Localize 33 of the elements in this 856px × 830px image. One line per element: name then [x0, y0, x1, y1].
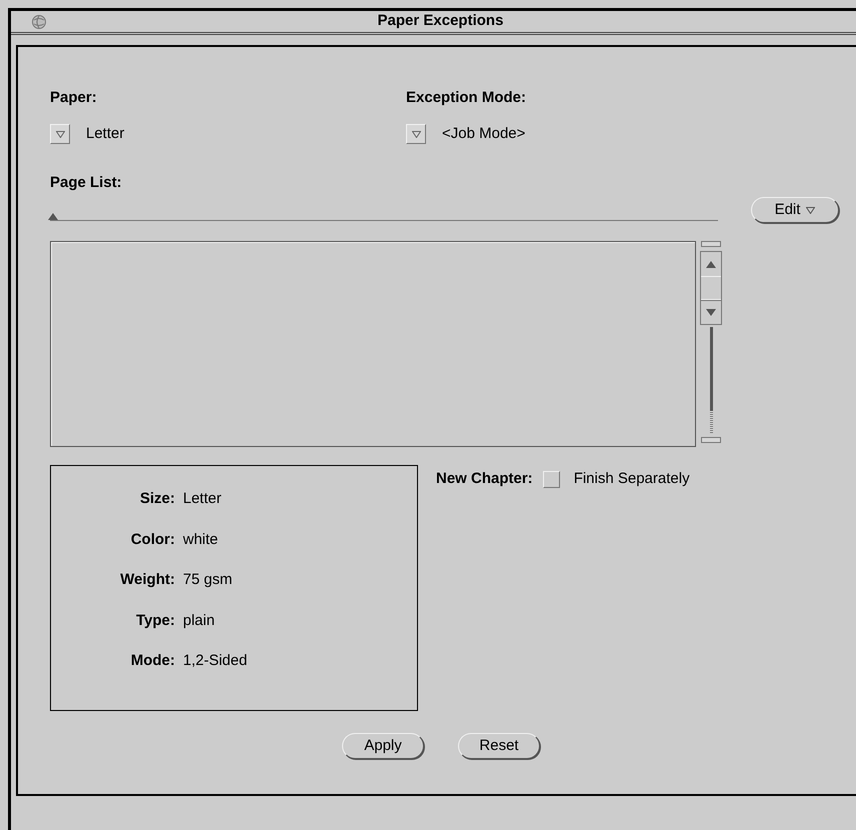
dropdown-value: <Job Mode> — [442, 124, 526, 144]
info-value: 1,2-Sided — [183, 651, 248, 671]
scrollbar-top-cap[interactable] — [701, 241, 721, 247]
edit-button[interactable]: Edit — [751, 197, 839, 223]
slider-thumb[interactable] — [48, 213, 58, 220]
info-value: 75 gsm — [183, 570, 234, 590]
info-label: Weight: — [119, 570, 176, 590]
menu-button[interactable] — [406, 124, 426, 144]
field-label: Page List: — [50, 172, 123, 192]
checkbox[interactable] — [542, 470, 560, 488]
info-label: Size: — [138, 489, 176, 509]
window-title: Paper Exceptions — [376, 11, 504, 32]
caret-icon — [806, 206, 816, 214]
field-label: New Chapter: — [436, 468, 533, 489]
reset-button[interactable]: Reset — [458, 733, 540, 759]
info-value: plain — [183, 610, 216, 630]
up-arrow-icon — [706, 260, 716, 268]
down-arrow-icon — [706, 309, 716, 316]
menu-button[interactable] — [50, 124, 70, 144]
apply-button[interactable]: Apply — [342, 733, 424, 759]
info-label: Mode: — [130, 651, 176, 671]
field-label: Exception Mode: — [406, 88, 526, 108]
info-value: white — [183, 530, 220, 550]
globe-icon — [31, 14, 47, 30]
checkbox-label: Finish Separately — [574, 468, 690, 489]
field-label: Paper: — [50, 88, 98, 108]
scrollbar-bottom-cap[interactable] — [701, 437, 721, 443]
caret-icon — [412, 130, 420, 138]
info-label: Color: — [130, 530, 176, 550]
info-label: Type: — [135, 610, 176, 630]
caret-icon — [56, 130, 64, 138]
info-value: Letter — [183, 489, 222, 509]
dropdown-value: Letter — [86, 124, 124, 144]
